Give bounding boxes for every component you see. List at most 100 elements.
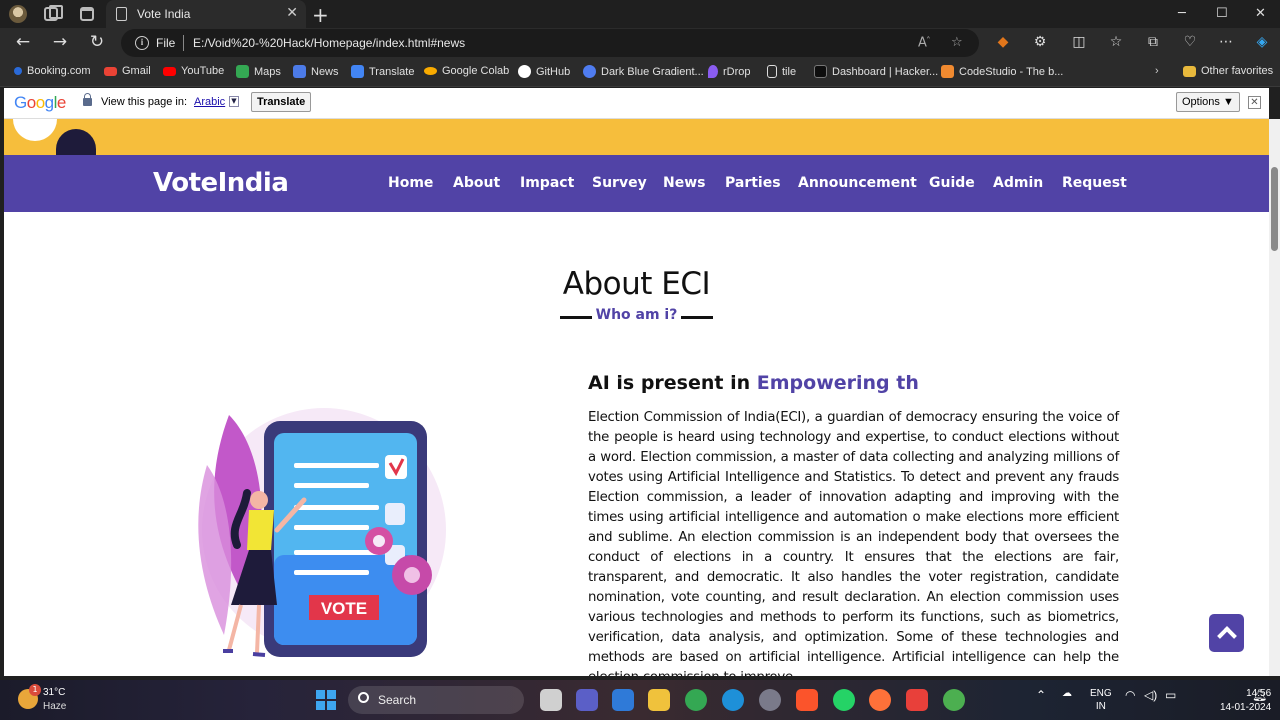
bookmark-colab[interactable]: Google Colab <box>424 65 509 77</box>
more-menu-icon[interactable]: ⋯ <box>1216 34 1236 50</box>
info-icon[interactable]: i <box>135 36 149 50</box>
content-heading: AI is present in Empowering th <box>588 372 919 394</box>
favorite-star-icon[interactable]: ☆ <box>951 35 963 50</box>
favorites-icon[interactable]: ☆ <box>1106 34 1126 50</box>
store-icon[interactable] <box>612 689 634 711</box>
language-indicator[interactable]: ENG IN <box>1090 687 1112 713</box>
copilot-icon[interactable]: ◈ <box>1252 34 1272 50</box>
bookmark-rdrop[interactable]: rDrop <box>708 65 751 78</box>
refresh-icon[interactable]: ↻ <box>86 32 108 52</box>
taskbar-search[interactable]: Search <box>348 686 524 714</box>
tray-overflow-icon[interactable]: ⌃ <box>1036 688 1046 702</box>
language-top: ENG <box>1090 688 1112 699</box>
bookmark-gmail[interactable]: Gmail <box>104 65 151 77</box>
browser-tab[interactable]: Vote India ✕ <box>106 0 306 28</box>
bookmark-translate[interactable]: Translate <box>351 65 414 78</box>
extensions-icon[interactable]: ⚙ <box>1030 34 1050 50</box>
workspaces-icon[interactable] <box>44 5 63 21</box>
nav-impact[interactable]: Impact <box>520 175 574 191</box>
bookmark-label: CodeStudio - The b... <box>959 65 1064 78</box>
file-explorer-icon[interactable] <box>648 689 670 711</box>
vote-illustration: VOTE <box>198 408 446 657</box>
brave-icon[interactable] <box>796 689 818 711</box>
hero-band <box>4 119 1269 169</box>
heading-typewriter: Empowering th <box>756 372 919 394</box>
other-favorites-label: Other favorites <box>1201 65 1274 77</box>
bookmark-news[interactable]: News <box>293 65 339 78</box>
chrome-profile-icon[interactable] <box>943 689 965 711</box>
section-subtitle-wrap: Who am i? <box>4 307 1269 323</box>
profile-avatar[interactable] <box>9 5 27 23</box>
youtube-icon <box>163 66 176 76</box>
nav-announcement[interactable]: Announcement <box>798 175 917 191</box>
forward-icon[interactable]: → <box>49 32 71 52</box>
bookmark-tile[interactable]: tile <box>767 65 796 78</box>
bookmark-label: Booking.com <box>27 65 91 77</box>
bookmark-hackerrank[interactable]: Dashboard | Hacker... <box>814 65 938 78</box>
windows-start-icon[interactable] <box>316 690 336 710</box>
lock-icon <box>83 93 92 106</box>
collections-icon[interactable]: ⧉ <box>1143 34 1163 50</box>
split-screen-icon[interactable]: ◫ <box>1069 34 1089 50</box>
bookmarks-overflow-icon[interactable]: › <box>1155 65 1159 77</box>
news-icon <box>293 65 306 78</box>
metamask-icon[interactable]: ◆ <box>993 34 1013 50</box>
notifications-bell-icon[interactable]: 🔔︎ <box>1252 688 1267 702</box>
back-icon[interactable]: ← <box>12 32 34 52</box>
nav-parties[interactable]: Parties <box>725 175 781 191</box>
scroll-to-top-button[interactable] <box>1209 614 1244 652</box>
translate-button[interactable]: Translate <box>251 92 312 112</box>
battery-icon[interactable]: ▭ <box>1165 688 1176 702</box>
minimize-icon[interactable]: ─ <box>1178 6 1186 21</box>
firefox-icon[interactable] <box>869 689 891 711</box>
chrome-icon[interactable] <box>685 689 707 711</box>
tab-strip: Vote India ✕ + ─ ☐ ✕ <box>0 0 1280 28</box>
scrollbar-thumb[interactable] <box>1271 167 1278 251</box>
options-button[interactable]: Options ▼ <box>1176 92 1240 112</box>
url-text[interactable]: E:/Void%20-%20Hack/Homepage/index.html#n… <box>193 36 465 50</box>
maps-icon <box>236 65 249 78</box>
edge-icon[interactable] <box>722 689 744 711</box>
whatsapp-icon[interactable] <box>833 689 855 711</box>
bookmark-maps[interactable]: Maps <box>236 65 281 78</box>
xampp-icon[interactable] <box>906 689 928 711</box>
bookmark-github[interactable]: GitHub <box>518 65 570 78</box>
nav-home[interactable]: Home <box>388 175 433 191</box>
tab-actions-icon[interactable] <box>80 7 94 21</box>
maximize-icon[interactable]: ☐ <box>1216 6 1228 21</box>
bookmark-codestudio[interactable]: CodeStudio - The b... <box>941 65 1063 78</box>
task-view-icon[interactable] <box>540 689 562 711</box>
language-select[interactable]: Arabic <box>194 96 225 108</box>
site-brand[interactable]: VoteIndia <box>153 168 289 198</box>
speaker-icon <box>13 119 57 141</box>
browser-essentials-icon[interactable]: ♡ <box>1180 34 1200 50</box>
page-icon <box>116 7 127 21</box>
nav-guide[interactable]: Guide <box>929 175 975 191</box>
bookmark-booking[interactable]: Booking.com <box>14 65 91 77</box>
nav-news[interactable]: News <box>663 175 705 191</box>
bookmark-youtube[interactable]: YouTube <box>163 65 224 77</box>
other-favorites[interactable]: Other favorites <box>1183 65 1273 77</box>
temperature: 31°C <box>43 687 66 698</box>
nav-survey[interactable]: Survey <box>592 175 647 191</box>
nav-admin[interactable]: Admin <box>993 175 1043 191</box>
bookmarks-bar: Booking.com Gmail YouTube Maps News Tran… <box>0 58 1280 87</box>
nav-about[interactable]: About <box>453 175 500 191</box>
chevron-down-icon[interactable]: ▼ <box>229 96 239 107</box>
wifi-icon[interactable]: ◠ <box>1125 688 1135 702</box>
bookmark-gradient[interactable]: Dark Blue Gradient... <box>583 65 704 78</box>
close-window-icon[interactable]: ✕ <box>1255 6 1266 21</box>
nav-request[interactable]: Request <box>1062 175 1127 191</box>
teams-icon[interactable] <box>576 689 598 711</box>
address-bar[interactable]: i File E:/Void%20-%20Hack/Homepage/index… <box>121 29 979 57</box>
booking-icon <box>14 67 22 75</box>
page-scrollbar[interactable] <box>1269 119 1280 676</box>
volume-icon[interactable]: ◁) <box>1144 688 1157 702</box>
bookmark-label: Google Colab <box>442 65 510 77</box>
settings-icon[interactable] <box>759 689 781 711</box>
close-tab-icon[interactable]: ✕ <box>286 5 298 21</box>
close-icon[interactable]: ✕ <box>1248 96 1261 109</box>
read-aloud-icon[interactable]: Aᴬ <box>918 35 930 50</box>
cloud-icon[interactable]: ☁ <box>1062 688 1072 699</box>
new-tab-icon[interactable]: + <box>312 3 329 27</box>
